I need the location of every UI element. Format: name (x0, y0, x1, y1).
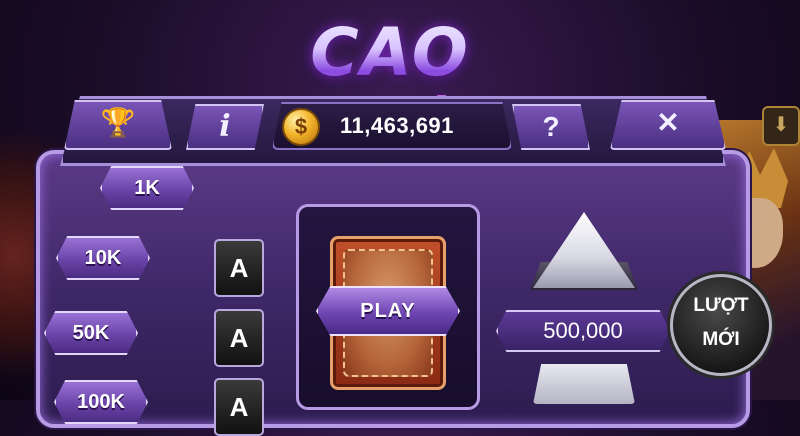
balance-value: 11,463,691 (340, 113, 454, 138)
trophy-icon: 🏆 (100, 107, 136, 138)
close-button[interactable]: ✕ (610, 100, 726, 150)
bet-button-100k[interactable]: 100K (54, 380, 148, 424)
play-button[interactable]: PLAY (316, 286, 460, 336)
close-icon: ✕ (656, 107, 680, 138)
history-card: A (214, 378, 264, 436)
lower-button[interactable] (533, 364, 635, 404)
history-card: A (214, 239, 264, 297)
leaderboard-button[interactable]: 🏆 (64, 100, 172, 150)
bet-button-10k[interactable]: 10K (56, 236, 150, 280)
pot-value: 500,000 (496, 310, 670, 352)
chevron-down-icon[interactable]: ⬇ (762, 106, 800, 146)
info-button[interactable]: i (186, 104, 264, 150)
new-round-label-1: LƯỢT (693, 295, 749, 316)
balance-display: $ 11,463,691 (272, 102, 512, 150)
bet-button-50k[interactable]: 50K (44, 311, 138, 355)
question-icon: ? (542, 111, 560, 142)
new-round-label-2: MỚI (702, 329, 740, 350)
info-icon: i (219, 109, 231, 144)
game-title: CAO THẤP (210, 8, 570, 181)
new-round-button[interactable]: LƯỢT MỚI (670, 274, 772, 376)
coin-icon: $ (282, 108, 320, 146)
bet-button-1k[interactable]: 1K (100, 166, 194, 210)
help-button[interactable]: ? (512, 104, 590, 150)
history-card: A (214, 309, 264, 367)
